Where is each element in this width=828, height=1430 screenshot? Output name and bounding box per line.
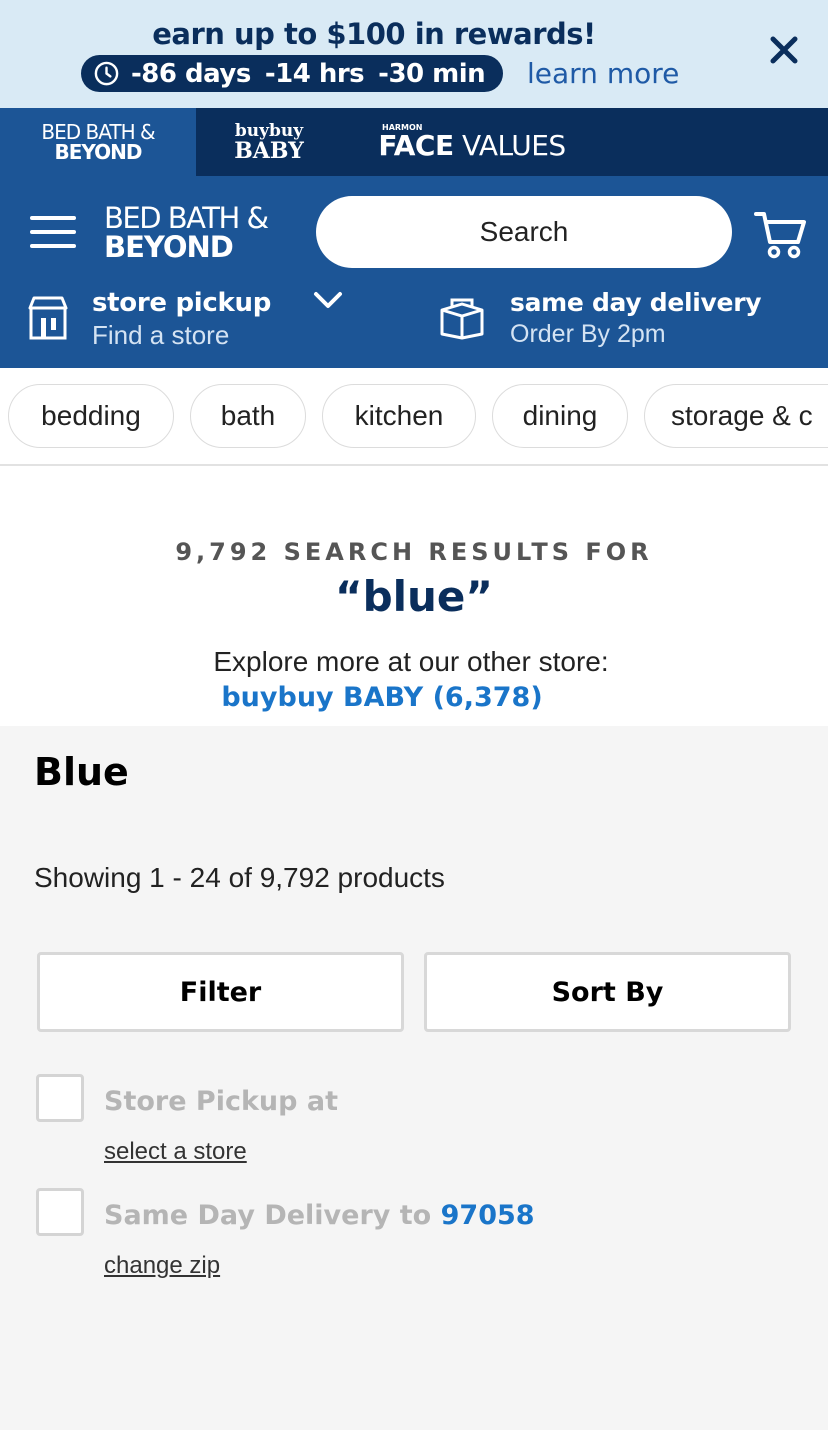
filter-button[interactable]: Filter (37, 952, 404, 1032)
category-pills: bedding bath kitchen dining storage & c (0, 368, 828, 466)
category-pill-bath[interactable]: bath (190, 384, 306, 448)
category-pill-kitchen[interactable]: kitchen (322, 384, 476, 448)
same-day-delivery-selector[interactable]: same day delivery Order By 2pm (438, 288, 818, 358)
sort-by-button[interactable]: Sort By (424, 952, 791, 1032)
logo-line1: BED BATH & (104, 201, 269, 235)
brand-switcher: BED BATH & BEYOND buybuy BABY HARMON FAC… (0, 108, 828, 176)
search-query: “blue” (334, 572, 494, 621)
brand-baby-line2: BABY (234, 137, 304, 164)
category-pill-storage[interactable]: storage & c (644, 384, 828, 448)
brand-tab-bed-bath-beyond[interactable]: BED BATH & BEYOND (0, 108, 196, 176)
logo-line2: BEYOND (104, 230, 234, 264)
hamburger-menu-button[interactable] (30, 216, 76, 250)
store-icon (28, 296, 68, 340)
buybuy-baby-results-link[interactable]: buybuy BABY (6,378) (0, 682, 764, 713)
select-store-link[interactable]: select a store (104, 1138, 247, 1166)
close-promo-button[interactable] (762, 28, 806, 72)
brand-bbb-line1: BED BATH & (41, 120, 155, 144)
brand-face-rest: VALUES (453, 129, 566, 162)
close-icon (770, 36, 798, 64)
explore-other-store-text: Explore more at our other store: (213, 646, 609, 677)
listing-title: Blue (34, 750, 129, 794)
search-input[interactable] (316, 196, 732, 268)
find-store-link: Find a store (92, 320, 230, 350)
category-pill-bedding[interactable]: bedding (8, 384, 174, 448)
brand-tab-face-values[interactable]: HARMON FACE VALUES (342, 108, 602, 176)
results-count: 9,792 SEARCH RESULTS FOR (175, 538, 653, 566)
brand-face-name: FACE VALUES (378, 129, 566, 162)
chevron-down-icon (314, 292, 342, 308)
search-results-header: 9,792 SEARCH RESULTS FOR “blue” Explore … (0, 466, 828, 726)
store-pickup-label: Store Pickup at (104, 1086, 339, 1117)
cart-icon[interactable] (752, 206, 808, 262)
store-pickup-selector[interactable]: store pickup Find a store (26, 288, 406, 358)
delivery-zip-code[interactable]: 97058 (441, 1200, 535, 1231)
site-header: BED BATH & BEYOND store pickup Find a st… (0, 176, 828, 368)
brand-baby-line1: buybuy (234, 120, 304, 141)
same-day-delivery-text: Same Day Delivery to (104, 1200, 441, 1231)
clock-icon (94, 61, 119, 86)
delivery-box-icon (440, 298, 484, 340)
same-day-delivery-title: same day delivery (510, 288, 762, 317)
same-day-delivery-checkbox[interactable] (36, 1188, 84, 1236)
change-zip-link[interactable]: change zip (104, 1252, 220, 1280)
store-pickup-checkbox[interactable] (36, 1074, 84, 1122)
hamburger-icon (30, 216, 76, 220)
countdown-badge: -86 days -14 hrs -30 min (81, 55, 503, 92)
store-pickup-title: store pickup (92, 288, 272, 318)
site-logo[interactable]: BED BATH & BEYOND (104, 201, 269, 264)
showing-count: Showing 1 - 24 of 9,792 products (34, 862, 445, 893)
same-day-delivery-label: Same Day Delivery to 97058 (104, 1200, 535, 1231)
brand-bbb-line2: BEYOND (54, 140, 142, 164)
promo-banner: earn up to $100 in rewards! -86 days -14… (0, 0, 828, 108)
category-pill-dining[interactable]: dining (492, 384, 628, 448)
countdown-days: -86 days (131, 58, 251, 89)
promo-title: earn up to $100 in rewards! (152, 17, 596, 51)
delivery-cutoff-text: Order By 2pm (510, 320, 666, 348)
countdown-hours: -14 hrs (264, 58, 365, 89)
learn-more-link[interactable]: learn more (527, 57, 679, 90)
brand-face-bold: FACE (378, 129, 454, 162)
brand-tab-buybuy-baby[interactable]: buybuy BABY (196, 108, 342, 176)
countdown-minutes: -30 min (378, 58, 486, 89)
